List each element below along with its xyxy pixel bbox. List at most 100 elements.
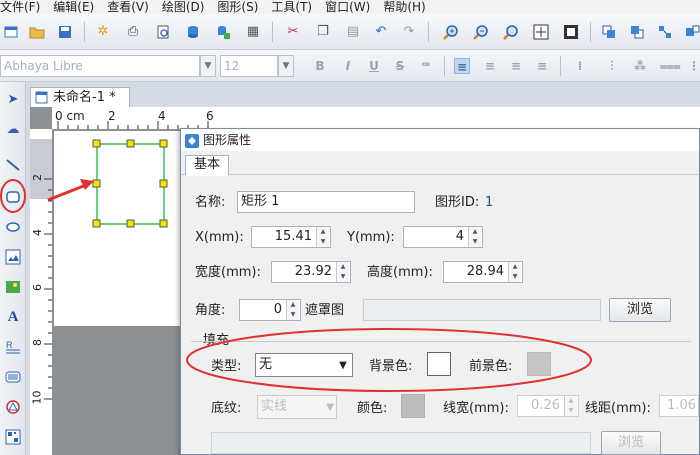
x-value: 15.41 — [274, 229, 312, 244]
texture-browse-button[interactable]: 浏览 — [601, 431, 661, 455]
line-spacing-icon[interactable]: ⩶ — [660, 58, 681, 74]
font-size-field[interactable]: 12 — [220, 55, 278, 77]
qrcode-tool-icon[interactable] — [4, 428, 22, 446]
align-icon[interactable] — [656, 23, 674, 41]
shape-id-label: 图形ID: — [435, 195, 480, 210]
cut-icon[interactable]: ✂ — [284, 23, 302, 41]
v-tick-label: 8 — [31, 339, 44, 346]
zoom-page-icon[interactable] — [532, 23, 550, 41]
text-direction-icon[interactable]: ⋮ — [686, 58, 700, 74]
height-input[interactable]: 28.94 ▲ ▼ — [443, 261, 523, 283]
v-tick-label: 10 — [30, 390, 44, 405]
text-effect-icon[interactable]: ꟹ — [418, 58, 434, 74]
menu-window[interactable]: 窗口(W) — [325, 0, 370, 14]
h-tick-label: 4 — [158, 109, 166, 123]
copy-icon[interactable]: ❐ — [314, 23, 332, 41]
database-icon[interactable] — [184, 23, 202, 41]
rich-text-tool-icon[interactable]: R — [4, 338, 22, 356]
texture-image-path[interactable] — [211, 432, 591, 454]
menu-draw[interactable]: 绘图(D) — [162, 0, 205, 14]
text-vertical-icon[interactable]: ⫶ — [604, 58, 620, 74]
width-label: 宽度(mm): — [195, 265, 261, 280]
undo-icon[interactable]: ↶ — [372, 23, 390, 41]
ellipse-tool-icon[interactable] — [4, 218, 22, 236]
line-tool-icon[interactable] — [4, 156, 22, 174]
mask-image-path[interactable] — [363, 299, 601, 321]
width-value: 23.92 — [294, 264, 332, 279]
zoom-out-icon[interactable] — [472, 23, 490, 41]
shape-tool-icon[interactable] — [4, 398, 22, 416]
print-preview-icon[interactable] — [154, 23, 172, 41]
menu-edit[interactable]: 编辑(E) — [53, 0, 94, 14]
image-tool-icon[interactable] — [4, 248, 22, 266]
document-icon — [35, 91, 48, 110]
print-icon[interactable]: ⎙ — [124, 23, 142, 41]
line-width-spinner[interactable]: ▲ ▼ — [564, 396, 577, 416]
settings-icon[interactable]: ✲ — [94, 23, 112, 41]
selected-rectangle[interactable] — [90, 138, 170, 228]
redo-icon[interactable]: ↷ — [400, 23, 418, 41]
svg-text:R: R — [6, 340, 13, 350]
align-right-icon[interactable]: ≡ — [508, 58, 524, 74]
pointer-tool-icon[interactable]: ➤ — [4, 90, 22, 108]
menu-view[interactable]: 查看(V) — [107, 0, 149, 14]
y-spinner[interactable]: ▲ ▼ — [468, 227, 481, 247]
picture-tool-icon[interactable] — [4, 278, 22, 296]
line-width-label: 线宽(mm): — [443, 401, 509, 416]
menu-help[interactable]: 帮助(H) — [383, 0, 425, 14]
name-input[interactable]: 矩形 1 — [237, 191, 415, 213]
font-name-dropdown[interactable]: ▼ — [200, 55, 216, 77]
texture-select[interactable]: 实线 ▼ — [257, 395, 337, 419]
angle-spinner[interactable]: ▲ ▼ — [286, 300, 299, 320]
x-spinner[interactable]: ▲ ▼ — [316, 227, 329, 247]
width-spinner[interactable]: ▲ ▼ — [336, 262, 349, 282]
group-icon[interactable] — [684, 23, 700, 41]
text-tool-icon[interactable]: A — [4, 308, 22, 326]
paste-icon[interactable]: ▤ — [344, 23, 362, 41]
zoom-in-icon[interactable] — [442, 23, 460, 41]
italic-button[interactable]: I — [340, 58, 356, 74]
barcode-tool-icon[interactable] — [4, 368, 22, 386]
texture-color-swatch[interactable] — [401, 394, 425, 418]
font-size-dropdown[interactable]: ▼ — [278, 55, 294, 77]
y-label: Y(mm): — [347, 230, 395, 245]
line-spacing-input[interactable]: 1.06 — [659, 395, 699, 417]
menu-file[interactable]: 文件(F) — [0, 0, 40, 14]
grid-icon[interactable]: ▦ — [244, 23, 262, 41]
x-input[interactable]: 15.41 ▲ ▼ — [251, 226, 331, 248]
char-spacing-icon[interactable]: ⁂ — [632, 58, 648, 74]
open-icon[interactable] — [28, 23, 46, 41]
y-input[interactable]: 4 ▲ ▼ — [403, 226, 483, 248]
text-spacing-icon[interactable]: ⁞ — [572, 58, 588, 74]
font-name-field[interactable]: Abhaya Libre — [0, 55, 200, 77]
dialog-title: 图形属性 — [203, 133, 252, 147]
underline-button[interactable]: U — [366, 58, 382, 74]
database-setup-icon[interactable] — [214, 23, 232, 41]
align-left-icon[interactable]: ≡ — [454, 58, 470, 74]
zoom-fit-icon[interactable] — [502, 23, 520, 41]
menu-tools[interactable]: 工具(T) — [271, 0, 312, 14]
angle-input[interactable]: 0 ▲ ▼ — [239, 299, 301, 321]
dialog-title-bar[interactable]: 图形属性 — [181, 129, 699, 151]
line-width-input[interactable]: 0.26 ▲ ▼ — [517, 395, 579, 417]
bring-front-icon[interactable] — [600, 23, 618, 41]
align-justify-icon[interactable]: ≡ — [534, 58, 550, 74]
line-width-value: 0.26 — [531, 398, 560, 413]
width-input[interactable]: 23.92 ▲ ▼ — [271, 261, 351, 283]
horizontal-ruler: 0 cm 2 4 6 — [52, 107, 700, 129]
drawing-tools-panel: ➤ ☁ A R — [0, 82, 26, 455]
new-icon[interactable] — [2, 23, 20, 41]
height-spinner[interactable]: ▲ ▼ — [508, 262, 521, 282]
mask-browse-button[interactable]: 浏览 — [609, 298, 671, 322]
bold-button[interactable]: B — [312, 58, 328, 74]
document-tab[interactable]: 未命名-1 * — [30, 87, 130, 107]
zoom-width-icon[interactable] — [562, 23, 580, 41]
texture-value: 实线 — [261, 399, 288, 414]
strike-button[interactable]: S — [392, 58, 408, 74]
save-icon[interactable] — [56, 23, 74, 41]
tab-basic[interactable]: 基本 — [185, 155, 229, 176]
pan-tool-icon[interactable]: ☁ — [4, 120, 22, 138]
send-back-icon[interactable] — [628, 23, 646, 41]
align-center-icon[interactable]: ≡ — [482, 58, 498, 74]
menu-shape[interactable]: 图形(S) — [217, 0, 258, 14]
